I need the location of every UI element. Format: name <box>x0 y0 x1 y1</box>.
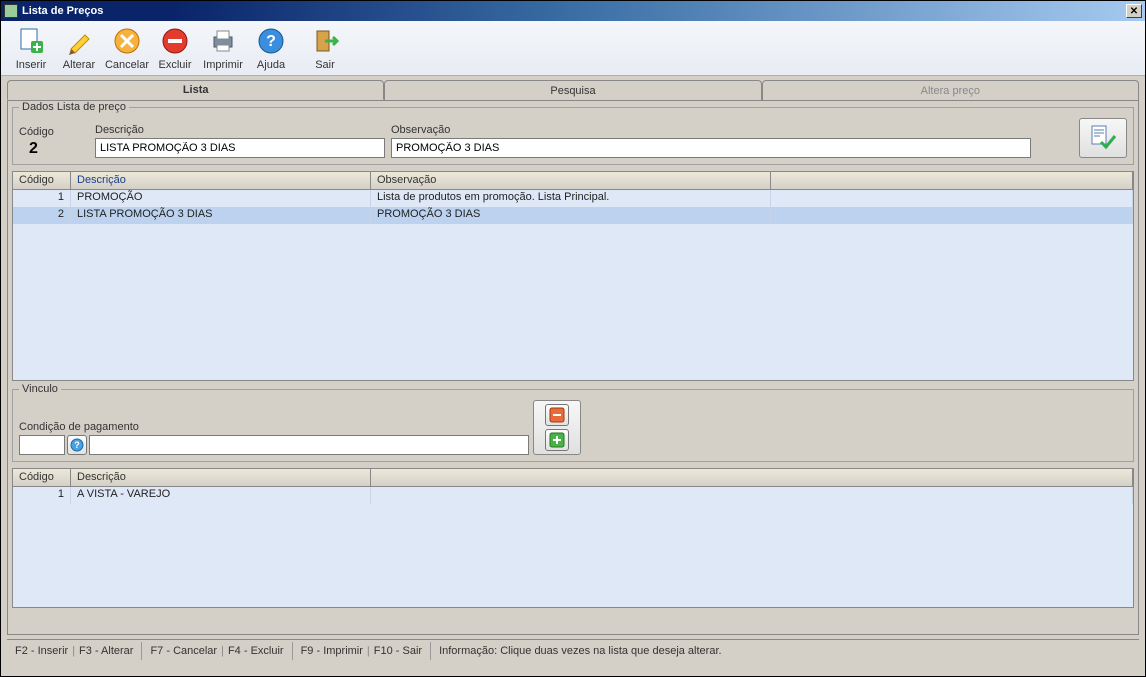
vinculo-actions <box>533 400 581 455</box>
cell-descricao: LISTA PROMOÇÃO 3 DIAS <box>71 207 371 224</box>
delete-icon <box>159 25 191 57</box>
col-observacao[interactable]: Observação <box>371 172 771 189</box>
confirm-button[interactable] <box>1079 118 1127 158</box>
imprimir-button[interactable]: Imprimir <box>199 25 247 71</box>
dados-group: Dados Lista de preço Código 2 Descrição … <box>12 107 1134 165</box>
condicao-codigo-input[interactable] <box>19 435 65 455</box>
condicao-desc-input[interactable] <box>89 435 529 455</box>
table-row[interactable]: 1 PROMOÇÃO Lista de produtos em promoção… <box>13 190 1133 207</box>
help-icon: ? <box>255 25 287 57</box>
shortcut: F9 - Imprimir <box>301 645 363 657</box>
tab-lista[interactable]: Lista <box>7 80 384 100</box>
tab-label: Pesquisa <box>550 85 595 97</box>
toolbar: Inserir Alterar Cancelar Excluir Imprimi… <box>1 21 1145 76</box>
status-shortcuts-2: F7 - Cancelar | F4 - Excluir <box>142 642 292 660</box>
pencil-icon <box>63 25 95 57</box>
toolbar-label: Inserir <box>16 59 47 71</box>
toolbar-label: Sair <box>315 59 335 71</box>
observacao-label: Observação <box>391 124 1031 136</box>
shortcut: F7 - Cancelar <box>150 645 217 657</box>
cell-descricao: A VISTA - VAREJO <box>71 487 371 504</box>
cell-blank <box>371 487 1133 504</box>
condicao-label: Condição de pagamento <box>19 421 529 433</box>
tab-label: Altera preço <box>921 85 980 97</box>
col-blank <box>371 469 1133 486</box>
app-icon <box>4 4 18 18</box>
tab-label: Lista <box>183 84 209 96</box>
lookup-button[interactable]: ? <box>67 435 87 455</box>
table-row[interactable]: 2 LISTA PROMOÇÃO 3 DIAS PROMOÇÃO 3 DIAS <box>13 207 1133 224</box>
toolbar-label: Imprimir <box>203 59 243 71</box>
tab-body: Dados Lista de preço Código 2 Descrição … <box>7 100 1139 635</box>
toolbar-label: Cancelar <box>105 59 149 71</box>
shortcut: F2 - Inserir <box>15 645 68 657</box>
svg-text:?: ? <box>74 440 80 450</box>
svg-text:?: ? <box>266 33 276 50</box>
titlebar: Lista de Preços ✕ <box>1 1 1145 21</box>
grid-body: 1 A VISTA - VAREJO <box>13 487 1133 504</box>
col-descricao[interactable]: Descrição <box>71 469 371 486</box>
col-descricao[interactable]: Descrição <box>71 172 371 189</box>
group-legend: Dados Lista de preço <box>19 101 129 113</box>
lista-grid[interactable]: Código Descrição Observação 1 PROMOÇÃO L… <box>12 171 1134 381</box>
cell-codigo: 2 <box>13 207 71 224</box>
cell-codigo: 1 <box>13 190 71 207</box>
status-shortcuts-1: F2 - Inserir | F3 - Alterar <box>7 642 142 660</box>
toolbar-label: Excluir <box>158 59 191 71</box>
inserir-button[interactable]: Inserir <box>7 25 55 71</box>
add-vinculo-button[interactable] <box>545 429 569 451</box>
tab-pesquisa[interactable]: Pesquisa <box>384 80 761 100</box>
col-codigo[interactable]: Código <box>13 172 71 189</box>
shortcut: F4 - Excluir <box>228 645 284 657</box>
grid-header: Código Descrição <box>13 469 1133 487</box>
toolbar-label: Ajuda <box>257 59 285 71</box>
vinculo-grid[interactable]: Código Descrição 1 A VISTA - VAREJO <box>12 468 1134 608</box>
tab-altera-preco[interactable]: Altera preço <box>762 80 1139 100</box>
statusbar: F2 - Inserir | F3 - Alterar F7 - Cancela… <box>7 639 1139 661</box>
cell-codigo: 1 <box>13 487 71 504</box>
cell-blank <box>771 207 1133 224</box>
descricao-input[interactable] <box>95 138 385 158</box>
new-icon <box>15 25 47 57</box>
table-row[interactable]: 1 A VISTA - VAREJO <box>13 487 1133 504</box>
vinculo-group: Vinculo Condição de pagamento ? <box>12 389 1134 462</box>
check-doc-icon <box>1089 124 1117 152</box>
close-button[interactable]: ✕ <box>1126 4 1142 18</box>
window-title: Lista de Preços <box>22 5 103 17</box>
toolbar-label: Alterar <box>63 59 95 71</box>
tabs: Lista Pesquisa Altera preço <box>7 80 1139 100</box>
print-icon <box>207 25 239 57</box>
minus-icon <box>549 407 565 423</box>
remove-vinculo-button[interactable] <box>545 404 569 426</box>
cancel-icon <box>111 25 143 57</box>
codigo-value: 2 <box>19 140 89 158</box>
exit-icon <box>309 25 341 57</box>
excluir-button[interactable]: Excluir <box>151 25 199 71</box>
cell-descricao: PROMOÇÃO <box>71 190 371 207</box>
group-legend: Vinculo <box>19 383 61 395</box>
ajuda-button[interactable]: ? Ajuda <box>247 25 295 71</box>
codigo-label: Código <box>19 126 89 138</box>
status-info: Informação: Clique duas vezes na lista q… <box>431 642 1139 660</box>
help-icon: ? <box>70 438 84 452</box>
descricao-label: Descrição <box>95 124 385 136</box>
cell-blank <box>771 190 1133 207</box>
grid-body: 1 PROMOÇÃO Lista de produtos em promoção… <box>13 190 1133 224</box>
col-codigo[interactable]: Código <box>13 469 71 486</box>
status-shortcuts-3: F9 - Imprimir | F10 - Sair <box>293 642 431 660</box>
observacao-input[interactable] <box>391 138 1031 158</box>
shortcut: F10 - Sair <box>374 645 422 657</box>
cell-observacao: Lista de produtos em promoção. Lista Pri… <box>371 190 771 207</box>
cell-observacao: PROMOÇÃO 3 DIAS <box>371 207 771 224</box>
col-blank <box>771 172 1133 189</box>
alterar-button[interactable]: Alterar <box>55 25 103 71</box>
grid-header: Código Descrição Observação <box>13 172 1133 190</box>
sair-button[interactable]: Sair <box>301 25 349 71</box>
shortcut: F3 - Alterar <box>79 645 133 657</box>
plus-icon <box>549 432 565 448</box>
cancelar-button[interactable]: Cancelar <box>103 25 151 71</box>
